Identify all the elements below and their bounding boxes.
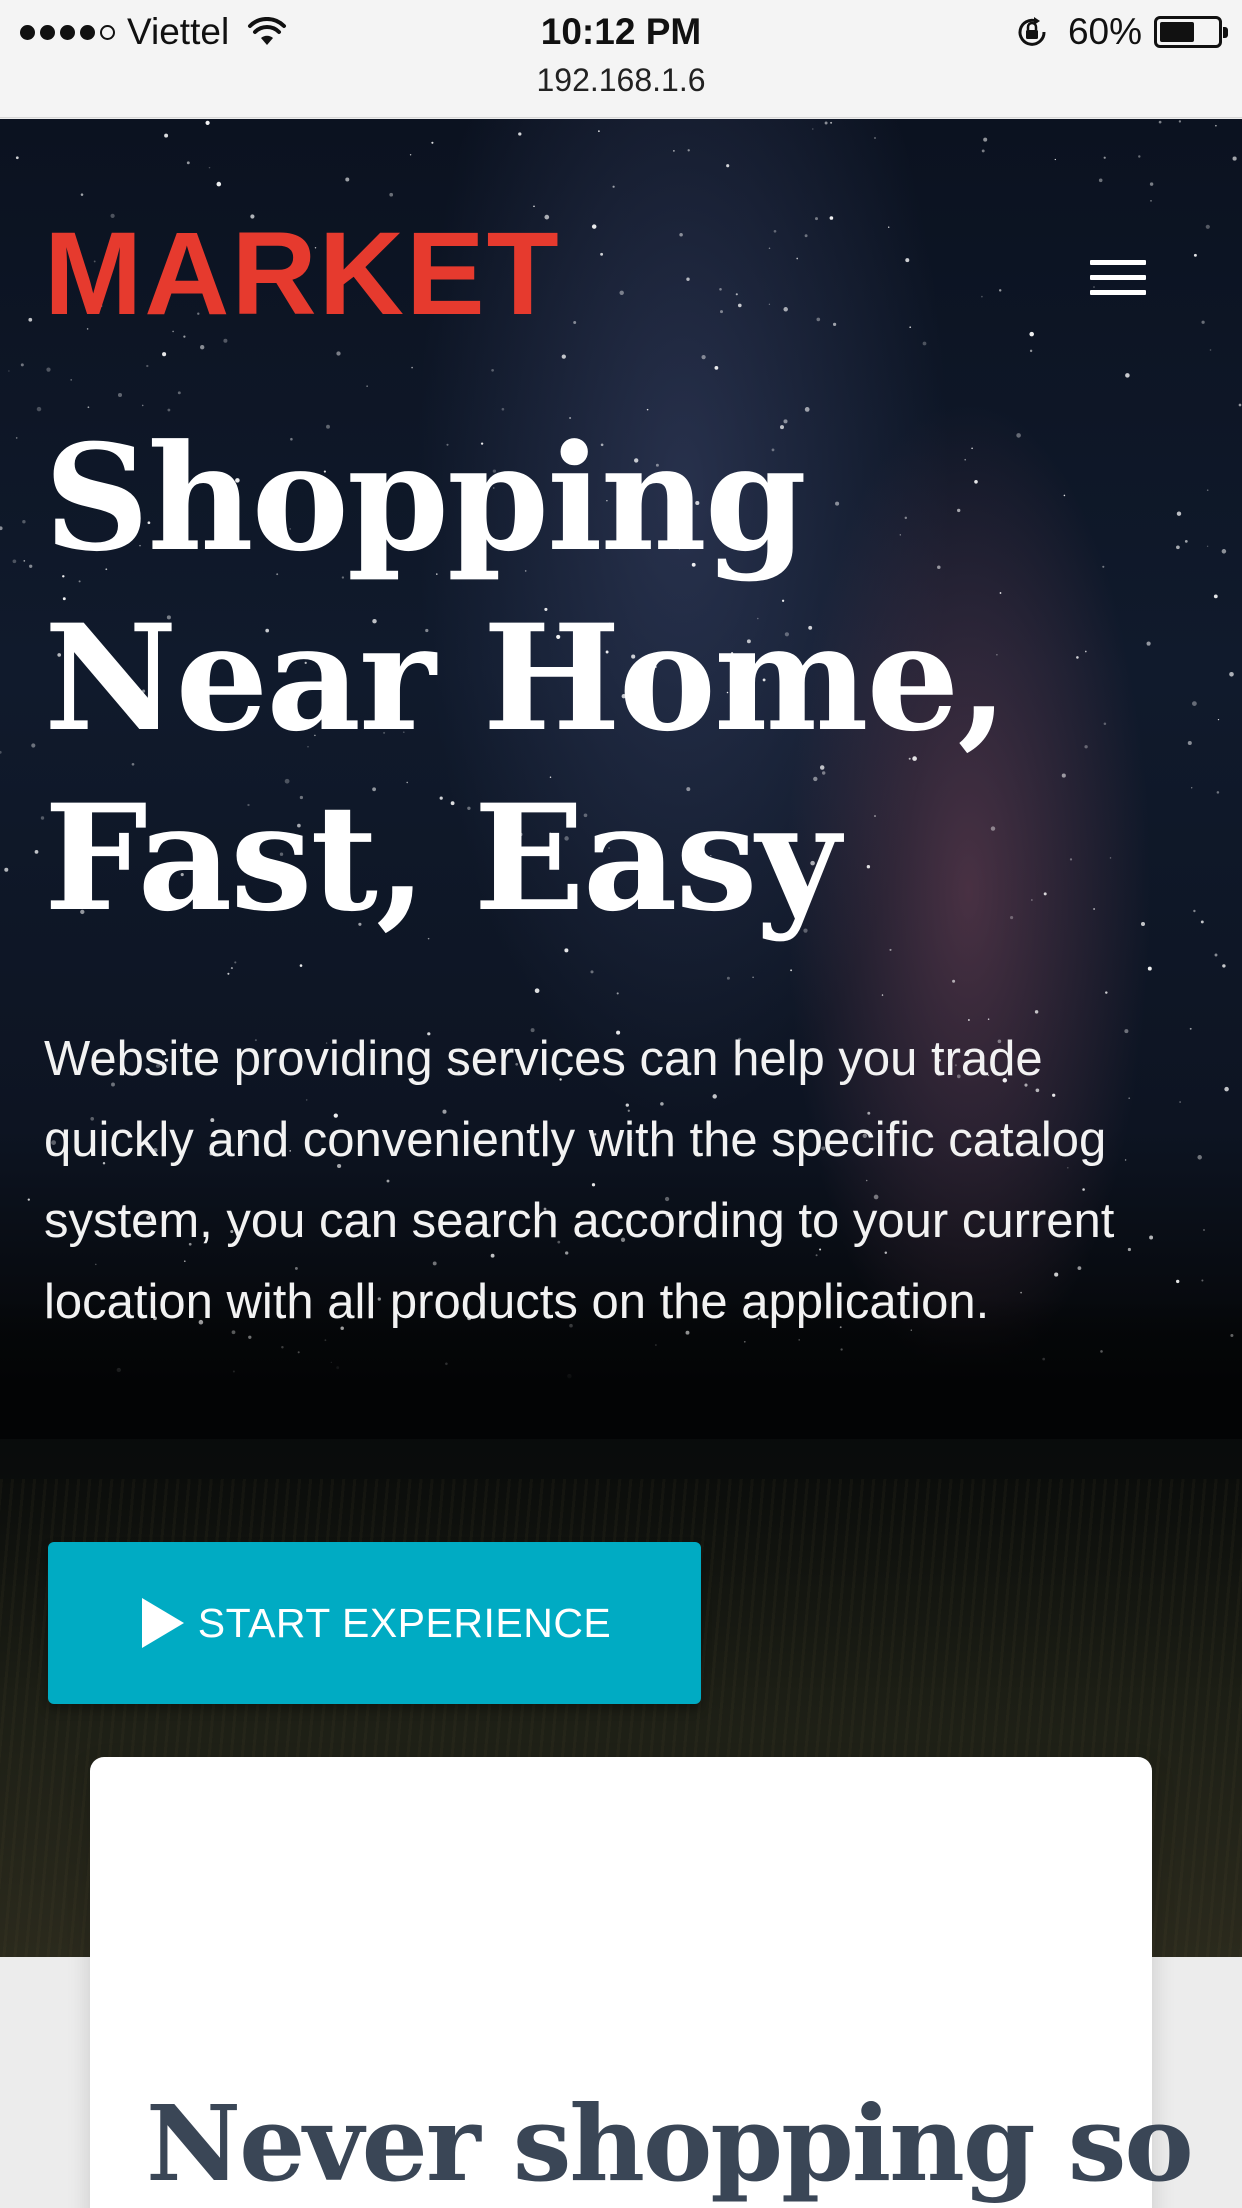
feature-card: Never shopping so [90, 1757, 1194, 2208]
card-title: Never shopping so [146, 2082, 1194, 2205]
brand-logo[interactable]: MARKET [44, 215, 561, 333]
orientation-lock-icon [1018, 17, 1046, 46]
battery-percent: 60% [1067, 11, 1142, 52]
address-bar-url[interactable]: 192.168.1.6 [0, 58, 1242, 102]
play-icon [141, 1598, 184, 1648]
hero-headline: Shopping Near Home, Fast, Easy [44, 413, 1008, 944]
hero-description: Website providing services can help you … [44, 1032, 1115, 1329]
status-bar: Viettel 10:12 PM 60% 192.168.1.6 [0, 0, 1242, 118]
start-experience-button[interactable]: START EXPERIENCE [48, 1542, 701, 1704]
hero-section: MARKET Shopping Near Home, Fast, Easy We… [0, 119, 1242, 1957]
battery-icon [1154, 16, 1228, 48]
hamburger-icon[interactable] [1090, 247, 1160, 307]
status-right: 60% [1014, 8, 1228, 56]
battery-level [1160, 22, 1194, 42]
start-experience-label: START EXPERIENCE [197, 1599, 612, 1646]
